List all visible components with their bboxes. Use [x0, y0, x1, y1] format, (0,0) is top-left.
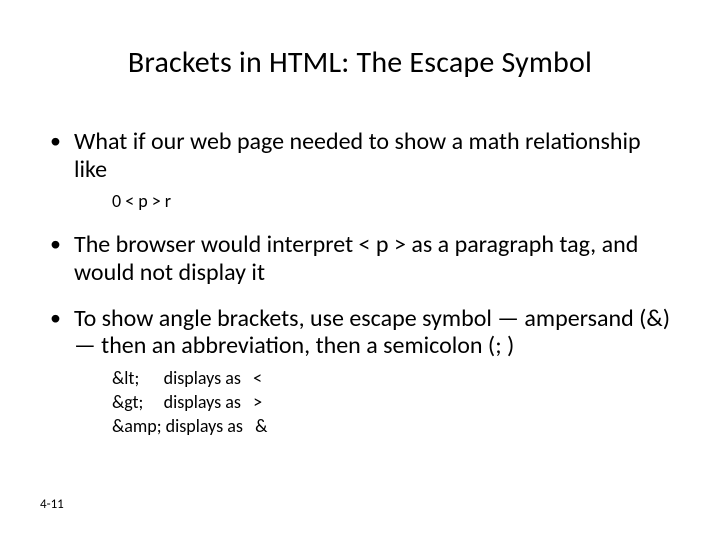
bullet-text-2: The browser would interpret < p > as a p…: [74, 230, 638, 287]
bullet-item-2: The browser would interpret < p > as a p…: [44, 231, 676, 286]
bullet-3-sub: &lt; displays as < &gt; displays as > &a…: [112, 366, 676, 439]
slide-title: Brackets in HTML: The Escape Symbol: [0, 44, 720, 81]
slide: Brackets in HTML: The Escape Symbol What…: [0, 0, 720, 540]
slide-body: What if our web page needed to show a ma…: [44, 128, 676, 457]
escape-row-amp: &amp; displays as &: [112, 414, 676, 438]
bullet-item-3: To show angle brackets, use escape symbo…: [44, 305, 676, 439]
escape-row-lt: &lt; displays as <: [112, 366, 676, 390]
bullet-1-sub: 0 < p > r: [112, 189, 676, 213]
bullet-text-1: What if our web page needed to show a ma…: [74, 127, 641, 184]
escape-row-gt: &gt; displays as >: [112, 390, 676, 414]
bullet-item-1: What if our web page needed to show a ma…: [44, 128, 676, 213]
bullet-text-3: To show angle brackets, use escape symbo…: [74, 304, 670, 361]
bullet-list: What if our web page needed to show a ma…: [44, 128, 676, 439]
slide-number: 4-11: [40, 497, 64, 512]
